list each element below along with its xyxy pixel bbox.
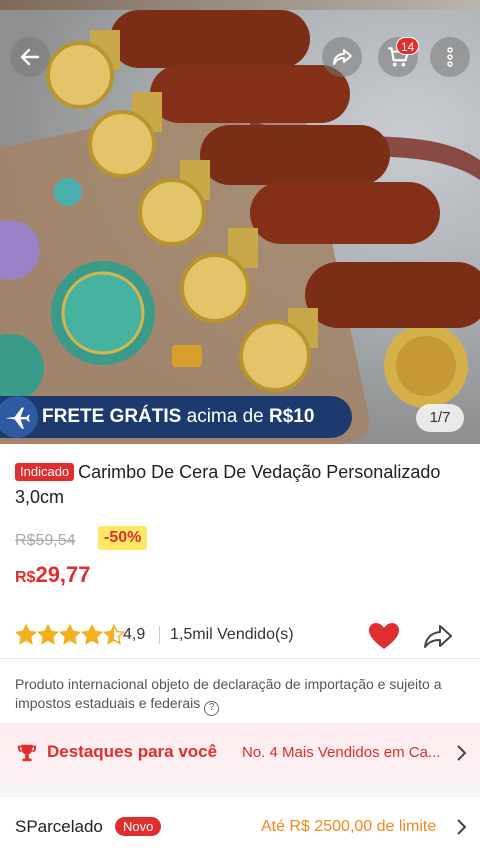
- discount-badge: -50%: [98, 526, 148, 550]
- more-options-button[interactable]: [430, 37, 470, 77]
- cart-count-badge: 14: [396, 37, 420, 55]
- price-currency: R$: [15, 569, 36, 586]
- highlights-label: Destaques para você: [47, 742, 218, 761]
- highlights-row[interactable]: Destaques para você No. 4 Mais Vendidos …: [0, 723, 480, 783]
- free-shipping-amount: R$10: [269, 406, 315, 427]
- new-badge: Novo: [115, 817, 162, 836]
- installment-limit: Até R$ 2500,00 de limite: [261, 818, 437, 835]
- price-value: 29,77: [35, 562, 91, 587]
- product-title: Indicado Carimbo De Cera De Vedação Perso…: [15, 460, 465, 510]
- recommended-badge: Indicado: [15, 463, 75, 481]
- heart-icon[interactable]: [368, 622, 400, 650]
- star-icon: [15, 624, 37, 645]
- free-shipping-main: FRETE GRÁTIS: [42, 406, 182, 427]
- free-shipping-banner: FRETE GRÁTIS acima de R$10: [0, 396, 352, 438]
- current-price: R$29,77: [15, 562, 91, 588]
- share-icon[interactable]: [422, 622, 454, 650]
- installment-row[interactable]: SParcelado Novo Até R$ 2500,00 de limite: [0, 797, 480, 854]
- sold-count: 1,5mil Vendido(s): [170, 626, 294, 643]
- free-shipping-text: FRETE GRÁTIS acima de R$10: [42, 406, 314, 428]
- installment-label: SParcelado: [15, 817, 103, 836]
- image-pager: 1/7: [416, 404, 464, 432]
- rating-value: 4,9: [123, 626, 146, 643]
- import-notice: Produto internacional objeto de declaraç…: [0, 659, 480, 723]
- star-icon: [59, 624, 81, 645]
- share-button[interactable]: [322, 37, 362, 77]
- info-icon[interactable]: ?: [204, 701, 220, 716]
- star-icon: [103, 624, 125, 645]
- back-arrow-icon: [20, 48, 40, 66]
- section-gap: [0, 783, 480, 797]
- import-notice-text: Produto internacional objeto de declaraç…: [15, 676, 442, 711]
- chevron-right-icon: [457, 819, 467, 835]
- trophy-icon: [17, 744, 37, 762]
- back-button[interactable]: [10, 37, 50, 77]
- free-shipping-middle: acima de: [181, 406, 269, 427]
- original-price: R$59,54: [15, 532, 76, 549]
- star-icon: [37, 624, 59, 645]
- chevron-right-icon: [457, 745, 467, 761]
- airplane-icon: [0, 396, 38, 438]
- product-image-carousel[interactable]: 14 FRETE GRÁTIS acima de R$10 1/7: [0, 0, 480, 444]
- star-icon: [81, 624, 103, 645]
- more-icon: [447, 47, 453, 67]
- rating-divider: [159, 626, 160, 644]
- product-title-text: Carimbo De Cera De Vedação Personalizado…: [15, 462, 441, 507]
- highlights-value: No. 4 Mais Vendidos em Ca...: [242, 744, 441, 761]
- share-icon: [333, 49, 352, 65]
- rating-stars: [15, 624, 125, 646]
- product-info-card: Indicado Carimbo De Cera De Vedação Perso…: [0, 444, 480, 658]
